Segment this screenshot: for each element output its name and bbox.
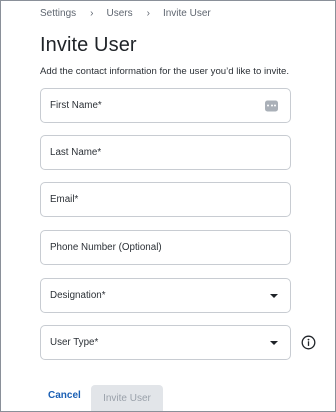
chevron-right-icon: ›: [146, 7, 150, 19]
phone-number-label: Phone Number (Optional): [50, 242, 162, 253]
more-dots-icon: [265, 100, 278, 111]
page-title: Invite User: [40, 34, 137, 56]
designation-select[interactable]: Designation*: [40, 278, 291, 313]
invite-user-panel: Settings › Users › Invite User Invite Us…: [0, 0, 336, 412]
email-label: Email*: [50, 194, 79, 205]
page-subtitle: Add the contact information for the user…: [40, 66, 290, 77]
chevron-right-icon: ›: [90, 7, 94, 19]
invite-user-button[interactable]: Invite User: [91, 385, 163, 411]
phone-number-field[interactable]: Phone Number (Optional): [40, 230, 291, 265]
first-name-label: First Name*: [50, 100, 102, 111]
user-type-select[interactable]: User Type*: [40, 325, 291, 360]
designation-label: Designation*: [50, 290, 106, 301]
user-type-label: User Type*: [50, 337, 99, 348]
info-icon[interactable]: [301, 335, 316, 350]
caret-down-icon[interactable]: [270, 340, 278, 345]
cancel-button[interactable]: Cancel: [48, 390, 81, 401]
breadcrumb-settings[interactable]: Settings: [40, 8, 76, 19]
breadcrumb: Settings › Users › Invite User: [40, 6, 211, 20]
breadcrumb-users[interactable]: Users: [106, 8, 132, 19]
breadcrumb-invite-user: Invite User: [162, 7, 211, 19]
last-name-label: Last Name*: [50, 147, 102, 158]
email-field[interactable]: Email*: [40, 182, 291, 217]
last-name-field[interactable]: Last Name*: [40, 135, 291, 170]
caret-down-icon[interactable]: [270, 293, 278, 298]
first-name-field[interactable]: First Name*: [40, 88, 291, 123]
